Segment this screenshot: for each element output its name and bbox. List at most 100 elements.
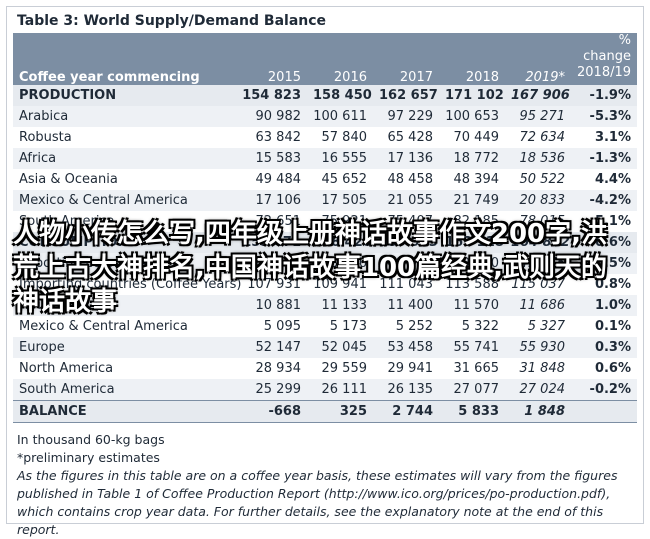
header-year: 2019* xyxy=(505,33,571,85)
cell-value: 1 848 xyxy=(505,400,571,423)
cell-value: 55 741 xyxy=(439,337,505,358)
row-label: BALANCE xyxy=(13,400,231,423)
cell-value: 52 147 xyxy=(231,337,307,358)
document-page: Table 3: World Supply/Demand Balance Cof… xyxy=(6,6,644,537)
row-label: Mexico & Central America xyxy=(13,190,231,211)
cell-value: 18 772 xyxy=(439,148,505,169)
cell-value: 100 611 xyxy=(307,106,373,127)
cell-value: 48 458 xyxy=(387,172,434,187)
footnote: As the figures in this table are on a co… xyxy=(17,468,618,537)
table-row: Mexico & Central America 5 095 5 173 5 252 5… xyxy=(13,316,637,337)
cell-value: 162 657 xyxy=(373,85,439,106)
cell-value: 95 271 xyxy=(505,106,571,127)
cell-value: 48 394 xyxy=(453,172,500,187)
cell-value: 167 906 xyxy=(505,85,571,106)
cell-value: 52 045 xyxy=(307,337,373,358)
row-label: Robusta xyxy=(19,130,72,145)
cell-value: 18 536 xyxy=(505,148,571,169)
row-label: PRODUCTION xyxy=(13,85,231,106)
cell-pct-change: 0.3% xyxy=(571,337,637,358)
cell-value: 154 823 xyxy=(231,85,307,106)
table-row: Europe 52 147 52 045 53 458 55 741 55 930 0.3% xyxy=(13,337,637,358)
header-label: Coffee year commencing xyxy=(13,33,231,85)
cell-value: 171 102 xyxy=(439,85,505,106)
header-pct-change: % change 2018/19 xyxy=(571,33,637,85)
notes: In thousand 60-kg bags *preliminary esti… xyxy=(17,431,627,539)
cell-value: 16 555 xyxy=(307,148,373,169)
header-year: 2018 xyxy=(439,33,505,85)
cell-value: 25 299 xyxy=(231,379,307,401)
cell-value: 29 941 xyxy=(387,361,434,376)
cell-value: 57 840 xyxy=(321,130,368,145)
cell-value: 5 095 xyxy=(263,319,301,334)
unit-note: In thousand 60-kg bags xyxy=(17,432,165,447)
header-pct-line2: 2018/19 xyxy=(577,65,632,80)
table-row: Robusta 63 842 57 840 65 428 70 449 72 634 3.1… xyxy=(13,127,637,148)
overlay-text: 人物小传怎么写,四年级上册神话故事作文200字,洪荒上古大神排名,中国神话故事1… xyxy=(13,219,608,317)
cell-pct-change: 0.6% xyxy=(594,361,631,376)
header-year: 2016 xyxy=(307,33,373,85)
table-row: South America 25 299 26 111 26 135 27 077 27 … xyxy=(13,379,637,401)
header-year: 2015 xyxy=(231,33,307,85)
cell-value: 2 744 xyxy=(373,400,439,423)
cell-value: 31 848 xyxy=(519,361,566,376)
cell-value: 5 327 xyxy=(527,319,565,334)
cell-value: 21 749 xyxy=(439,190,505,211)
cell-value: 158 450 xyxy=(307,85,373,106)
cell-value: 45 652 xyxy=(321,172,368,187)
cell-value: 5 322 xyxy=(461,319,499,334)
prelim-note: *preliminary estimates xyxy=(17,450,160,465)
cell-value: 65 428 xyxy=(387,130,434,145)
table-row: Asia & Oceania 49 484 45 652 48 458 48 394 50… xyxy=(13,169,637,190)
cell-pct-change: -4.2% xyxy=(571,190,637,211)
header-year: 2017 xyxy=(373,33,439,85)
row-label: Europe xyxy=(13,337,231,358)
cell-value: 5 252 xyxy=(395,319,433,334)
cell-value: 325 xyxy=(307,400,373,423)
cell-pct-change xyxy=(571,400,637,423)
header-pct-line1: % change xyxy=(583,33,631,64)
cell-value: 53 458 xyxy=(373,337,439,358)
cell-pct-change: 4.4% xyxy=(594,172,631,187)
cell-value: 26 111 xyxy=(307,379,373,401)
row-label: South America xyxy=(13,379,231,401)
cell-value: 28 934 xyxy=(255,361,302,376)
row-label: Arabica xyxy=(13,106,231,127)
cell-value: 21 055 xyxy=(373,190,439,211)
cell-value: 20 833 xyxy=(505,190,571,211)
table-row: Arabica 90 982 100 611 97 229 100 653 95 271-… xyxy=(13,106,637,127)
cell-value: 70 449 xyxy=(453,130,500,145)
cell-value: -668 xyxy=(231,400,307,423)
cell-pct-change: -1.3% xyxy=(571,148,637,169)
row-label: Mexico & Central America xyxy=(19,319,188,334)
cell-value: 15 583 xyxy=(231,148,307,169)
cell-pct-change: -0.2% xyxy=(571,379,637,401)
table-section-row: PRODUCTION 154 823 158 450 162 657 171 102 16… xyxy=(13,85,637,106)
cell-value: 90 982 xyxy=(231,106,307,127)
cell-value: 50 522 xyxy=(519,172,566,187)
table-row: Mexico & Central America 17 106 17 505 21 0… xyxy=(13,190,637,211)
cell-value: 100 653 xyxy=(439,106,505,127)
cell-value: 97 229 xyxy=(373,106,439,127)
cell-value: 29 559 xyxy=(321,361,368,376)
cell-pct-change: -1.9% xyxy=(571,85,637,106)
cell-pct-change: 0.1% xyxy=(594,319,631,334)
cell-value: 31 665 xyxy=(453,361,500,376)
cell-pct-change: 3.1% xyxy=(594,130,631,145)
cell-pct-change: -5.3% xyxy=(571,106,637,127)
cell-value: 27 024 xyxy=(505,379,571,401)
cell-value: 17 106 xyxy=(231,190,307,211)
cell-value: 26 135 xyxy=(373,379,439,401)
cell-value: 27 077 xyxy=(439,379,505,401)
row-label: Africa xyxy=(13,148,231,169)
row-label: Asia & Oceania xyxy=(19,172,118,187)
table-header-row: Coffee year commencing 2015 2016 2017 20… xyxy=(13,33,637,85)
cell-value: 72 634 xyxy=(519,130,566,145)
row-label: North America xyxy=(19,361,114,376)
table-row: Africa 15 583 16 555 17 136 18 772 18 536 -1.3… xyxy=(13,148,637,169)
table-row: North America 28 934 29 559 29 941 31 665 31 … xyxy=(13,358,637,379)
cell-value: 49 484 xyxy=(255,172,302,187)
cell-value: 55 930 xyxy=(505,337,571,358)
cell-value: 17 136 xyxy=(373,148,439,169)
cell-value: 5 173 xyxy=(329,319,367,334)
